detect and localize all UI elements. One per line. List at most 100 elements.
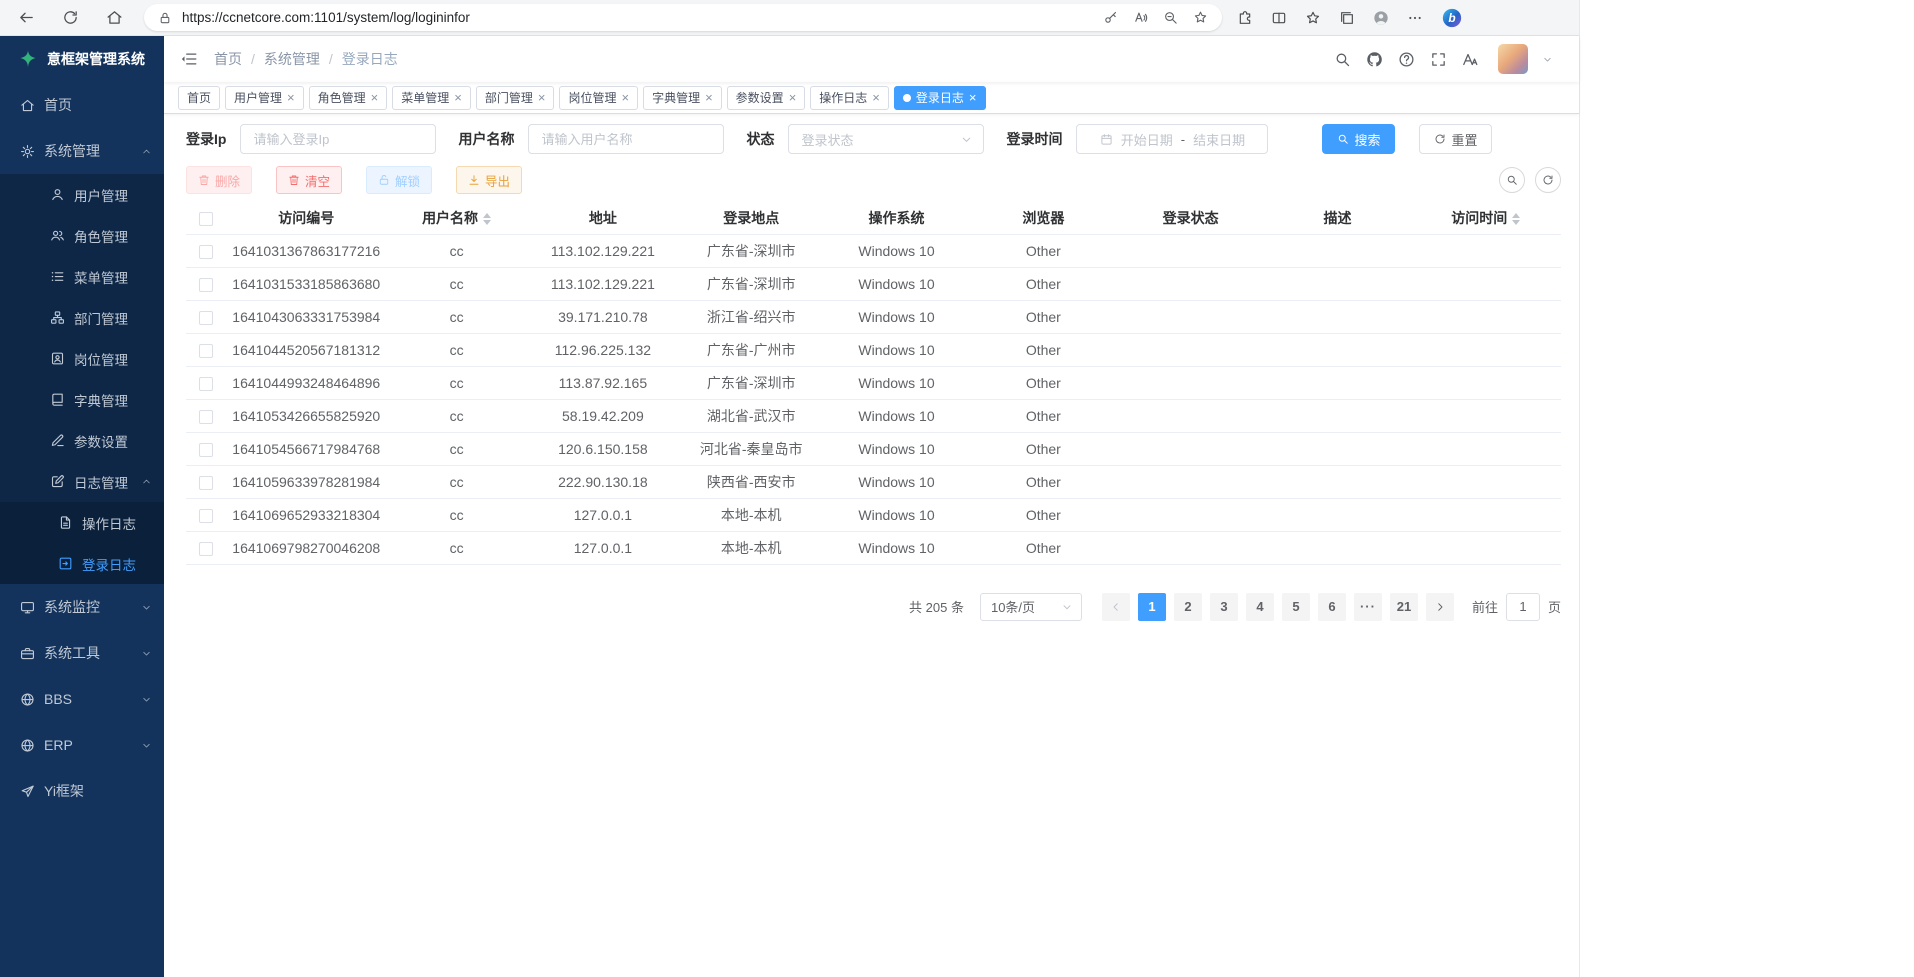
close-tab-icon[interactable]: × (789, 91, 797, 104)
tab-dept-mgmt[interactable]: 部门管理× (476, 86, 555, 110)
extensions-icon[interactable] (1237, 10, 1253, 26)
breadcrumb-system[interactable]: 系统管理 (264, 49, 320, 69)
sort-icon[interactable] (1512, 213, 1520, 225)
sidebar-item-post-mgmt[interactable]: 岗位管理 (0, 338, 164, 379)
browser-back-button[interactable] (12, 4, 40, 32)
sidebar-item-system-monitor[interactable]: 系统监控 (0, 584, 164, 630)
close-tab-icon[interactable]: × (287, 91, 295, 104)
collections-icon[interactable] (1339, 10, 1355, 26)
github-icon[interactable] (1362, 47, 1386, 71)
user-name-input[interactable] (528, 124, 724, 154)
close-tab-icon[interactable]: × (969, 91, 977, 104)
tab-post-mgmt[interactable]: 岗位管理× (559, 86, 638, 110)
column-header-user-name[interactable]: 用户名称 (386, 202, 526, 234)
reset-button[interactable]: 重置 (1419, 124, 1492, 154)
page-button-6[interactable]: 6 (1318, 593, 1346, 621)
row-checkbox[interactable] (199, 509, 213, 523)
close-tab-icon[interactable]: × (371, 91, 379, 104)
refresh-table-icon[interactable] (1535, 167, 1561, 193)
page-size-select[interactable]: 10条/页 (980, 593, 1082, 621)
row-checkbox[interactable] (199, 443, 213, 457)
goto-page-input[interactable]: 1 (1506, 593, 1540, 621)
breadcrumb-home[interactable]: 首页 (214, 49, 242, 69)
row-checkbox[interactable] (199, 344, 213, 358)
tab-home[interactable]: 首页 (178, 86, 220, 110)
help-icon[interactable] (1394, 47, 1418, 71)
more-pages-button[interactable]: ··· (1354, 593, 1382, 621)
row-checkbox[interactable] (199, 377, 213, 391)
sidebar-item-login-log[interactable]: 登录日志 (0, 543, 164, 584)
tab-user-mgmt[interactable]: 用户管理× (225, 86, 304, 110)
close-tab-icon[interactable]: × (621, 91, 629, 104)
unlock-button[interactable]: 解锁 (366, 166, 432, 194)
row-checkbox[interactable] (199, 245, 213, 259)
close-tab-icon[interactable]: × (454, 91, 462, 104)
favorites-icon[interactable] (1305, 10, 1321, 26)
row-checkbox[interactable] (199, 542, 213, 556)
clear-button[interactable]: 清空 (276, 166, 342, 194)
tab-menu-mgmt[interactable]: 菜单管理× (392, 86, 471, 110)
close-tab-icon[interactable]: × (705, 91, 713, 104)
sidebar-item-bbs[interactable]: BBS (0, 676, 164, 722)
sidebar-item-operation-log[interactable]: 操作日志 (0, 502, 164, 543)
zoom-icon[interactable] (1163, 10, 1178, 25)
browser-home-button[interactable] (100, 4, 128, 32)
search-button[interactable]: 搜索 (1322, 124, 1395, 154)
sidebar-item-yi-framework[interactable]: Yi框架 (0, 768, 164, 814)
url-text[interactable]: https://ccnetcore.com:1101/system/log/lo… (182, 10, 1103, 25)
status-select[interactable]: 登录状态 (788, 124, 984, 154)
sidebar-item-dict-mgmt[interactable]: 字典管理 (0, 379, 164, 420)
row-checkbox[interactable] (199, 410, 213, 424)
row-checkbox[interactable] (199, 476, 213, 490)
sidebar-item-erp[interactable]: ERP (0, 722, 164, 768)
add-favorite-icon[interactable] (1193, 10, 1208, 25)
app-logo[interactable]: 意框架管理系统 (0, 36, 164, 82)
font-size-icon[interactable] (1458, 47, 1482, 71)
login-ip-input[interactable] (240, 124, 436, 154)
select-all-checkbox[interactable] (199, 212, 213, 226)
sidebar-item-dept-mgmt[interactable]: 部门管理 (0, 297, 164, 338)
header-search-icon[interactable] (1330, 47, 1354, 71)
prev-page-button[interactable] (1102, 593, 1130, 621)
delete-button[interactable]: 删除 (186, 166, 252, 194)
sidebar-item-home[interactable]: 首页 (0, 82, 164, 128)
tab-role-mgmt[interactable]: 角色管理× (309, 86, 388, 110)
date-range-picker[interactable]: 开始日期 - 结束日期 (1076, 124, 1268, 154)
toggle-search-icon[interactable] (1499, 167, 1525, 193)
sidebar-item-system-mgmt[interactable]: 系统管理 (0, 128, 164, 174)
page-button-5[interactable]: 5 (1282, 593, 1310, 621)
page-button-2[interactable]: 2 (1174, 593, 1202, 621)
page-button-3[interactable]: 3 (1210, 593, 1238, 621)
copilot-icon[interactable]: b (1441, 7, 1463, 29)
user-avatar[interactable] (1498, 44, 1528, 74)
sidebar-item-menu-mgmt[interactable]: 菜单管理 (0, 256, 164, 297)
page-button-1[interactable]: 1 (1138, 593, 1166, 621)
address-bar[interactable]: https://ccnetcore.com:1101/system/log/lo… (144, 4, 1222, 31)
tab-login-log[interactable]: 登录日志× (894, 86, 986, 110)
site-info-lock-icon[interactable] (158, 11, 172, 25)
tab-param-settings[interactable]: 参数设置× (727, 86, 806, 110)
password-manager-icon[interactable] (1103, 10, 1118, 25)
close-tab-icon[interactable]: × (872, 91, 880, 104)
export-button[interactable]: 导出 (456, 166, 522, 194)
page-button-4[interactable]: 4 (1246, 593, 1274, 621)
split-screen-icon[interactable] (1271, 10, 1287, 26)
browser-refresh-button[interactable] (56, 4, 84, 32)
sidebar-item-user-mgmt[interactable]: 用户管理 (0, 174, 164, 215)
sidebar-item-role-mgmt[interactable]: 角色管理 (0, 215, 164, 256)
sidebar-item-log-mgmt[interactable]: 日志管理 (0, 461, 164, 502)
next-page-button[interactable] (1426, 593, 1454, 621)
page-button-21[interactable]: 21 (1390, 593, 1418, 621)
row-checkbox[interactable] (199, 278, 213, 292)
tab-dict-mgmt[interactable]: 字典管理× (643, 86, 722, 110)
browser-menu-icon[interactable] (1407, 10, 1423, 26)
tab-operation-log[interactable]: 操作日志× (810, 86, 889, 110)
chevron-down-icon[interactable] (1542, 54, 1553, 65)
sidebar-item-param-settings[interactable]: 参数设置 (0, 420, 164, 461)
read-aloud-icon[interactable] (1133, 10, 1148, 25)
row-checkbox[interactable] (199, 311, 213, 325)
sidebar-item-system-tools[interactable]: 系统工具 (0, 630, 164, 676)
sort-icon[interactable] (483, 213, 491, 225)
close-tab-icon[interactable]: × (538, 91, 546, 104)
fullscreen-icon[interactable] (1426, 47, 1450, 71)
